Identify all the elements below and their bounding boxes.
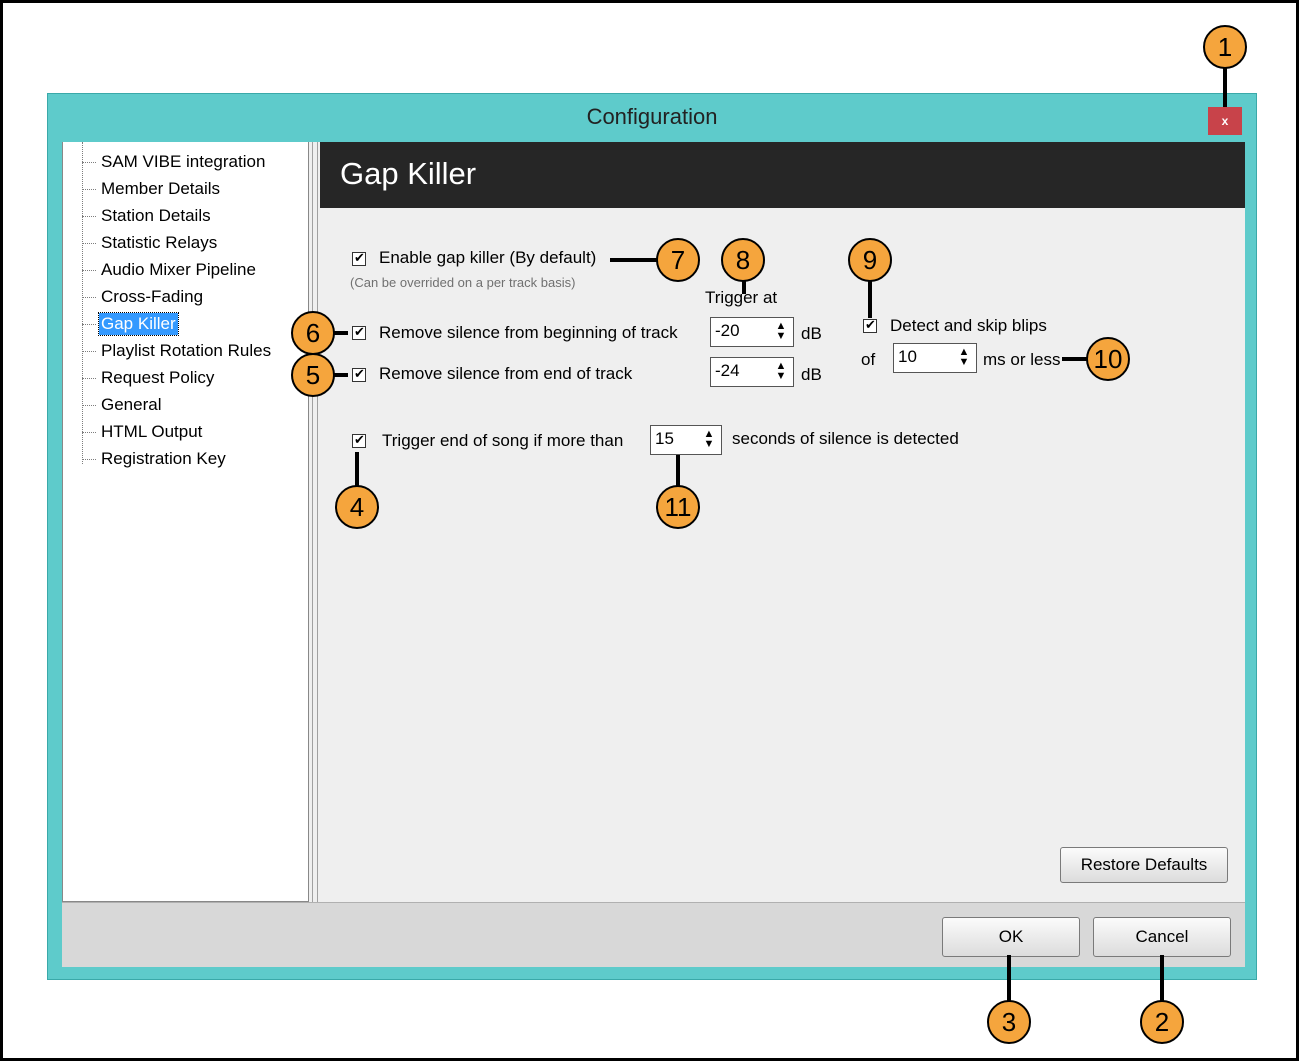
tree-item-label: Station Details bbox=[101, 206, 211, 225]
tree-item-label: Audio Mixer Pipeline bbox=[101, 260, 256, 279]
tree-item-label: SAM VIBE integration bbox=[101, 152, 266, 171]
dialog-button-bar: OK Cancel bbox=[62, 902, 1245, 967]
blips-of-label: of bbox=[861, 350, 876, 369]
callout-connector bbox=[334, 331, 348, 335]
tree-item-label: Cross-Fading bbox=[101, 287, 204, 306]
enable-gap-killer-label: Enable gap killer (By default) bbox=[379, 248, 597, 267]
enable-gap-killer-checkbox[interactable] bbox=[352, 250, 366, 266]
window-client: SAM VIBE integration Member Details Stat… bbox=[62, 142, 1245, 967]
spinner-arrows-icon[interactable]: ▲ ▼ bbox=[954, 347, 974, 369]
callout-11: 11 bbox=[656, 485, 700, 529]
tree-item-label: Playlist Rotation Rules bbox=[101, 341, 272, 360]
panel-header: Gap Killer bbox=[320, 142, 1245, 208]
callout-10: 10 bbox=[1086, 337, 1130, 381]
callout-2: 2 bbox=[1140, 1000, 1184, 1044]
callout-4: 4 bbox=[335, 485, 379, 529]
callout-1: 1 bbox=[1203, 25, 1247, 69]
close-button[interactable]: x bbox=[1208, 107, 1242, 135]
remove-silence-end-checkbox[interactable] bbox=[352, 366, 366, 382]
tree-item-label: Registration Key bbox=[101, 449, 226, 468]
end-threshold-value: -24 bbox=[715, 361, 740, 380]
callout-6: 6 bbox=[291, 311, 335, 355]
gap-killer-panel: Gap Killer Enable gap killer (By default… bbox=[320, 142, 1245, 902]
configuration-window: Configuration x SAM VIBE integration Mem… bbox=[47, 93, 1257, 980]
tree-item-label: Member Details bbox=[101, 179, 221, 198]
ok-button[interactable]: OK bbox=[942, 917, 1080, 957]
spinner-arrows-icon[interactable]: ▲ ▼ bbox=[771, 361, 791, 383]
tree-item-label: HTML Output bbox=[101, 422, 203, 441]
window-title: Configuration bbox=[586, 104, 718, 129]
callout-connector bbox=[1062, 357, 1088, 361]
callout-connector bbox=[868, 280, 872, 318]
remove-silence-begin-checkbox[interactable] bbox=[352, 324, 366, 340]
spinner-arrows-icon[interactable]: ▲ ▼ bbox=[699, 429, 719, 451]
panel-title: Gap Killer bbox=[340, 156, 477, 191]
remove-silence-begin-label: Remove silence from beginning of track bbox=[379, 323, 678, 342]
cancel-button[interactable]: Cancel bbox=[1093, 917, 1231, 957]
begin-threshold-value: -20 bbox=[715, 321, 740, 340]
callout-connector bbox=[1007, 955, 1011, 1003]
tree-connector-line bbox=[82, 142, 83, 464]
blips-length-spinner[interactable]: 10 ▲ ▼ bbox=[893, 343, 977, 373]
end-threshold-unit: dB bbox=[801, 365, 822, 384]
tree-item-label: Statistic Relays bbox=[101, 233, 218, 252]
callout-7: 7 bbox=[656, 238, 700, 282]
blips-length-value: 10 bbox=[898, 347, 917, 366]
callout-connector bbox=[1223, 67, 1227, 107]
spinner-arrows-icon[interactable]: ▲ ▼ bbox=[771, 321, 791, 343]
trigger-end-checkbox[interactable] bbox=[352, 432, 366, 448]
settings-tree: SAM VIBE integration Member Details Stat… bbox=[62, 142, 309, 902]
remove-silence-end-label: Remove silence from end of track bbox=[379, 364, 633, 383]
callout-connector bbox=[355, 452, 359, 488]
silence-seconds-spinner[interactable]: 15 ▲ ▼ bbox=[650, 425, 722, 455]
callout-connector bbox=[1160, 955, 1164, 1003]
callout-3: 3 bbox=[987, 1000, 1031, 1044]
begin-threshold-unit: dB bbox=[801, 324, 822, 343]
callout-9: 9 bbox=[848, 238, 892, 282]
begin-threshold-spinner[interactable]: -20 ▲ ▼ bbox=[710, 317, 794, 347]
detect-blips-checkbox[interactable] bbox=[863, 317, 877, 333]
silence-seconds-value: 15 bbox=[655, 429, 674, 448]
trigger-end-label: Trigger end of song if more than bbox=[382, 431, 624, 450]
callout-5: 5 bbox=[291, 353, 335, 397]
restore-defaults-button[interactable]: Restore Defaults bbox=[1060, 847, 1228, 883]
callout-8: 8 bbox=[721, 238, 765, 282]
tree-item-label: General bbox=[101, 395, 162, 414]
blips-unit-label: ms or less bbox=[983, 350, 1061, 369]
detect-blips-label: Detect and skip blips bbox=[890, 316, 1047, 335]
callout-connector bbox=[610, 258, 658, 262]
callout-connector bbox=[334, 373, 348, 377]
tree-item-label: Gap Killer bbox=[98, 312, 179, 336]
enable-gap-killer-note: (Can be overrided on a per track basis) bbox=[350, 275, 576, 290]
end-threshold-spinner[interactable]: -24 ▲ ▼ bbox=[710, 357, 794, 387]
tree-item-label: Request Policy bbox=[101, 368, 215, 387]
title-bar: Configuration x bbox=[48, 94, 1256, 142]
trigger-end-suffix: seconds of silence is detected bbox=[732, 429, 959, 448]
pane-splitter[interactable] bbox=[312, 142, 318, 902]
callout-connector bbox=[676, 455, 680, 489]
